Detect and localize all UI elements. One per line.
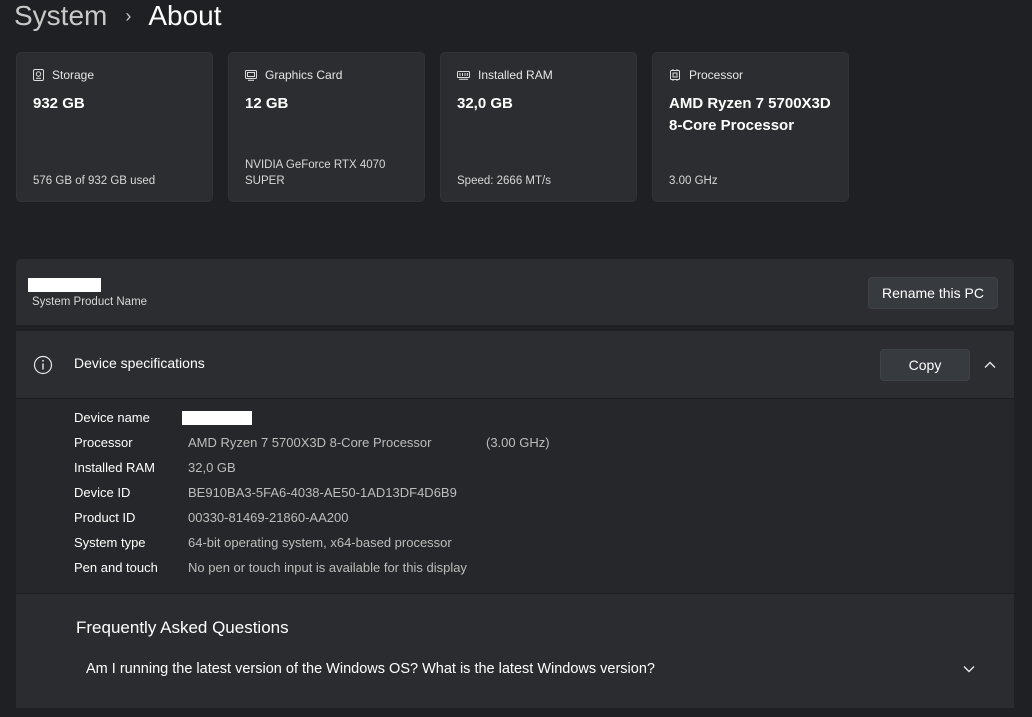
card-label: Graphics Card xyxy=(265,68,343,82)
system-product-panel: System Product Name Rename this PC xyxy=(16,259,1014,325)
info-icon xyxy=(33,355,53,375)
card-value: 32,0 GB xyxy=(457,95,513,112)
installed-ram-card[interactable]: Installed RAM 32,0 GB Speed: 2666 MT/s xyxy=(440,52,637,202)
faq-question[interactable]: Am I running the latest version of the W… xyxy=(86,661,655,677)
system-product-name-label: System Product Name xyxy=(32,296,148,308)
spec-row-product-id: Product ID 00330-81469-21860-AA200 xyxy=(74,507,974,529)
spec-value: BE910BA3-5FA6-4038-AE50-1AD13DF4D6B9 xyxy=(188,485,457,500)
spec-row-device-name: Device name xyxy=(74,407,974,429)
spec-row-installed-ram: Installed RAM 32,0 GB xyxy=(74,457,974,479)
chevron-up-icon[interactable] xyxy=(983,360,997,370)
redacted-device-name xyxy=(182,411,252,425)
spec-row-system-type: System type 64-bit operating system, x64… xyxy=(74,532,974,554)
spec-row-pen-and-touch: Pen and touch No pen or touch input is a… xyxy=(74,557,974,579)
storage-card[interactable]: Storage 932 GB 576 GB of 932 GB used xyxy=(16,52,213,202)
spec-value: 64-bit operating system, x64-based proce… xyxy=(188,535,452,550)
spec-key: Device name xyxy=(74,410,150,425)
spec-value: 32,0 GB xyxy=(188,460,236,475)
spec-key: Processor xyxy=(74,435,133,450)
graphics-card-card[interactable]: Graphics Card 12 GB NVIDIA GeForce RTX 4… xyxy=(228,52,425,202)
processor-card[interactable]: Processor AMD Ryzen 7 5700X3D 8-Core Pro… xyxy=(652,52,849,202)
processor-icon xyxy=(670,69,680,81)
card-header: Graphics Card xyxy=(245,68,342,82)
device-specifications-header[interactable]: Device specifications Copy xyxy=(16,331,1014,399)
graphics-card-icon xyxy=(245,69,257,81)
spec-value: No pen or touch input is available for t… xyxy=(188,560,467,575)
spec-key: System type xyxy=(74,535,146,550)
chevron-right-icon: › xyxy=(125,5,132,26)
faq-section: Frequently Asked Questions Am I running … xyxy=(16,593,1014,708)
card-value: 932 GB xyxy=(33,95,85,112)
spec-row-device-id: Device ID BE910BA3-5FA6-4038-AE50-1AD13D… xyxy=(74,482,974,504)
spec-row-processor: Processor AMD Ryzen 7 5700X3D 8-Core Pro… xyxy=(74,432,974,454)
device-specifications-panel: Device specifications Copy Device name P… xyxy=(16,331,1014,708)
spec-key: Installed RAM xyxy=(74,460,155,475)
card-value: 12 GB xyxy=(245,95,289,112)
card-subtext: Speed: 2666 MT/s xyxy=(457,175,551,187)
copy-button[interactable]: Copy xyxy=(880,349,970,381)
spec-value: AMD Ryzen 7 5700X3D 8-Core Processor xyxy=(188,435,432,450)
ram-icon xyxy=(457,70,470,80)
card-subtext: 576 GB of 932 GB used xyxy=(33,175,156,187)
device-specifications-title: Device specifications xyxy=(74,355,205,371)
card-subtext: 3.00 GHz xyxy=(669,175,718,187)
card-header: Storage xyxy=(33,68,94,82)
spec-key: Pen and touch xyxy=(74,560,158,575)
spec-value: 00330-81469-21860-AA200 xyxy=(188,510,349,525)
rename-pc-button[interactable]: Rename this PC xyxy=(868,277,998,309)
breadcrumb-system-link[interactable]: System xyxy=(14,0,107,32)
storage-icon xyxy=(33,69,44,81)
card-header: Installed RAM xyxy=(457,68,553,82)
card-subtext: NVIDIA GeForce RTX 4070 SUPER xyxy=(245,159,386,187)
card-label: Processor xyxy=(689,68,744,82)
spec-extra: (3.00 GHz) xyxy=(486,435,550,450)
card-label: Installed RAM xyxy=(478,68,553,82)
chevron-down-icon[interactable] xyxy=(962,664,976,674)
card-header: Processor xyxy=(669,68,743,82)
page-title: About xyxy=(148,0,222,31)
card-value: AMD Ryzen 7 5700X3D 8-Core Processor xyxy=(669,95,831,134)
card-label: Storage xyxy=(52,68,95,82)
faq-title: Frequently Asked Questions xyxy=(76,618,289,637)
spec-key: Device ID xyxy=(74,485,131,500)
redacted-pc-name xyxy=(28,278,101,292)
breadcrumb: System › About xyxy=(14,0,222,36)
spec-key: Product ID xyxy=(74,510,136,525)
